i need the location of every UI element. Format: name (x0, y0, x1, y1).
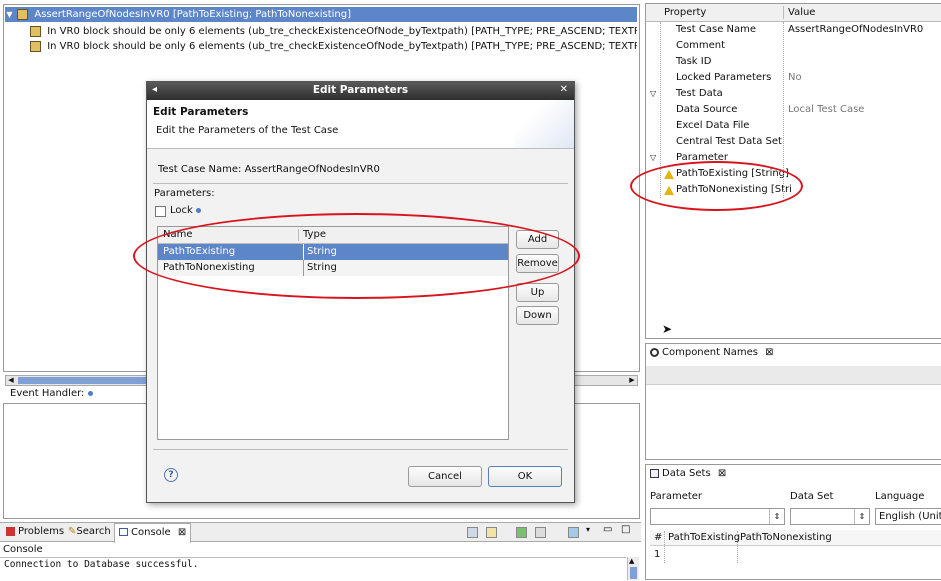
data-set-label: Data Set (790, 491, 834, 502)
event-handler-label: Event Handler: (10, 388, 93, 400)
value-column[interactable]: Value (788, 4, 815, 21)
ok-button[interactable]: OK (488, 466, 562, 487)
info-icon (196, 207, 201, 213)
close-icon[interactable]: ⊠ (718, 468, 726, 479)
dialog-banner: Edit Parameters Edit the Parameters of t… (147, 100, 574, 149)
annotation-ellipse (630, 161, 803, 211)
scroll-right-icon[interactable]: ▶ (627, 376, 637, 385)
annotation-ellipse (133, 213, 580, 299)
dialog-title: Edit Parameters (312, 84, 409, 96)
expand-icon[interactable]: ▽ (650, 150, 656, 166)
test-case-icon (17, 8, 29, 20)
up-button[interactable]: Up (516, 283, 559, 302)
scroll-lock-icon[interactable] (486, 527, 497, 538)
close-icon[interactable]: ⊠ (178, 527, 186, 538)
test-case-name-value: AssertRangeOfNodesInVR0 (244, 164, 380, 175)
display-console-icon[interactable] (535, 527, 546, 538)
console-output: Connection to Database successful. (0, 557, 626, 581)
expand-icon[interactable]: ▽ (650, 86, 656, 102)
data-set-select[interactable]: ⇕ (790, 508, 870, 525)
component-names-icon (650, 347, 659, 357)
group-separator (153, 183, 568, 184)
console-scrollbar[interactable]: ▲ (627, 557, 639, 580)
cancel-button[interactable]: Cancel (408, 466, 482, 487)
tree-child-row[interactable]: In VR0 block should be only 6 elements (… (30, 39, 637, 54)
pin-console-icon[interactable] (516, 527, 527, 538)
parameter-select[interactable]: ⇕ (650, 508, 785, 525)
path-to-existing-column[interactable]: PathToExisting (668, 530, 740, 545)
dialog-titlebar[interactable]: ◂ Edit Parameters ✕ (147, 82, 574, 100)
tree-child-label: In VR0 block should be only 6 elements (… (47, 41, 637, 52)
property-category-row[interactable]: ▽ Test Data (646, 86, 941, 102)
footer-separator (153, 449, 568, 450)
column-divider (737, 531, 739, 563)
column-divider (664, 531, 666, 563)
data-set-row-number: 1 (654, 549, 661, 560)
row-number-column[interactable]: # (654, 530, 662, 545)
help-icon[interactable]: ? (164, 468, 178, 482)
property-row[interactable]: Comment (646, 38, 941, 54)
language-label: Language (875, 491, 925, 502)
test-step-icon (30, 25, 41, 37)
down-button[interactable]: Down (516, 306, 559, 325)
data-sets-icon (650, 468, 659, 478)
view-menu-icon[interactable]: ▾ (586, 525, 590, 534)
tree-root-label: AssertRangeOfNodesInVR0 [PathToExisting;… (34, 9, 351, 20)
close-icon[interactable]: ⊠ (765, 347, 773, 358)
data-sets-table-header: # PathToExisting PathToNonexisting (650, 530, 941, 546)
spinner-icon: ⇕ (854, 509, 869, 524)
lock-checkbox[interactable] (155, 206, 166, 217)
parameter-label: Parameter (650, 491, 703, 502)
tree-root-row[interactable]: ▼ AssertRangeOfNodesInVR0 [PathToExistin… (5, 7, 637, 22)
property-row[interactable]: Test Case Name AssertRangeOfNodesInVR0 (646, 22, 941, 38)
collapse-icon[interactable]: ▼ (5, 10, 14, 19)
tab-console[interactable]: Console ⊠ (114, 523, 192, 543)
console-icon (119, 528, 128, 536)
spinner-icon: ⇕ (769, 509, 784, 524)
header-divider (783, 6, 784, 19)
tree-child-label: In VR0 block should be only 6 elements (… (47, 26, 637, 37)
dialog-subheader: Edit the Parameters of the Test Case (156, 125, 339, 136)
console-title: Console (3, 544, 43, 555)
parameters-label: Parameters: (154, 188, 215, 199)
lock-label: Lock (170, 204, 201, 217)
test-step-icon (30, 40, 41, 52)
dialog-header: Edit Parameters (153, 106, 249, 118)
properties-header: Property Value (646, 4, 941, 22)
banner-graphic (514, 100, 574, 148)
tree-child-row[interactable]: In VR0 block should be only 6 elements (… (30, 24, 637, 39)
problems-icon (6, 526, 15, 536)
property-column[interactable]: Property (664, 4, 706, 21)
maximize-icon[interactable]: □ (621, 524, 630, 535)
property-row[interactable]: Central Test Data Set (646, 134, 941, 150)
language-select[interactable]: English (Unite (875, 508, 941, 525)
tab-search[interactable]: ✎Search (64, 523, 115, 541)
tab-data-sets[interactable]: Data Sets ⊠ (646, 465, 731, 483)
mouse-cursor-icon: ➤ (662, 322, 673, 336)
test-case-name-row: Test Case Name: AssertRangeOfNodesInVR0 (158, 164, 380, 175)
scrollbar-thumb[interactable] (630, 567, 637, 579)
path-to-nonexisting-column[interactable]: PathToNonexisting (740, 530, 832, 545)
scrollbar-thumb[interactable] (18, 377, 148, 384)
close-icon[interactable]: ✕ (560, 84, 568, 95)
property-row[interactable]: Task ID (646, 54, 941, 70)
tab-component-names[interactable]: Component Names ⊠ (646, 344, 778, 362)
clear-console-icon[interactable] (467, 527, 478, 538)
console-text: Connection to Database successful. (4, 559, 199, 570)
property-row[interactable]: Data Source Local Test Case (646, 102, 941, 118)
open-console-icon[interactable] (568, 527, 579, 538)
scroll-up-icon[interactable]: ▲ (629, 557, 634, 565)
info-icon (87, 390, 93, 396)
property-row[interactable]: Locked Parameters No (646, 70, 941, 86)
minimize-icon[interactable]: ▭ (603, 524, 612, 535)
scroll-left-icon[interactable]: ◀ (6, 376, 16, 385)
tab-problems[interactable]: Problems (2, 523, 68, 541)
property-row[interactable]: Excel Data File (646, 118, 941, 134)
component-names-toolbar (646, 366, 941, 385)
